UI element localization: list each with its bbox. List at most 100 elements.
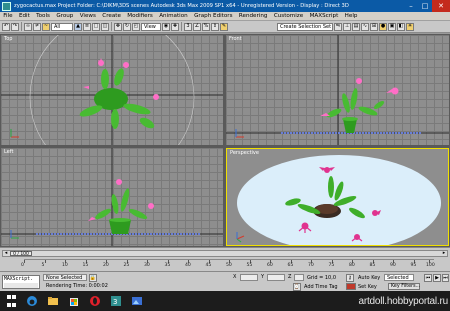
prompt-line: Rendering Time: 0:00:02 [46,283,108,289]
rotate-icon[interactable]: ↻ [123,22,131,31]
play-animation-icon[interactable]: ▶ [433,274,441,282]
store-icon[interactable] [67,294,81,308]
x-coordinate-field[interactable] [240,274,258,281]
key-filters-button[interactable]: Key Filters... [388,283,420,290]
perspective-view-scene [236,155,441,245]
selection-status: None Selected [43,274,87,281]
file-explorer-icon[interactable] [46,294,60,308]
toolbar-divider [21,22,22,31]
align-icon[interactable]: ⊥ [343,22,351,31]
percent-snap-icon[interactable]: % [202,22,210,31]
menu-file[interactable]: File [0,13,16,19]
menu-group[interactable]: Group [53,13,76,19]
key-mode-dropdown[interactable]: Selected [384,274,414,281]
set-key-button[interactable]: Set Key [358,284,377,290]
time-slider-area: ◂ 0 / 100 ▸ 0 5 10 15 20 25 30 35 40 45 … [0,247,450,271]
link-icon[interactable]: ∞ [24,22,32,31]
plant-front-view [320,78,399,133]
menu-animation[interactable]: Animation [156,13,191,19]
maxscript-output[interactable] [4,283,38,288]
render-setup-icon[interactable]: ▣ [388,22,396,31]
move-icon[interactable]: ✥ [114,22,122,31]
mirror-icon[interactable]: ⇋ [334,22,342,31]
select-manipulate-icon[interactable]: ✚ [171,22,179,31]
next-frame-icon[interactable]: ▸ [441,251,447,256]
axis-tripod-perspective [236,232,245,243]
layer-manager-icon[interactable]: ▤ [352,22,360,31]
menu-tools[interactable]: Tools [33,13,53,19]
top-view-scene [1,35,223,145]
maximize-button[interactable]: □ [418,0,432,12]
track-bar[interactable]: 0 5 10 15 20 25 30 35 40 45 50 55 60 65 … [21,259,435,269]
toolbar-divider [181,22,182,31]
viewport-perspective[interactable]: Perspective [226,148,449,246]
menu-modifiers[interactable]: Modifiers [124,13,156,19]
reference-coordinate-dropdown[interactable]: View [141,22,161,31]
schematic-view-icon[interactable]: ⊞ [370,22,378,31]
menu-views[interactable]: Views [77,13,100,19]
angle-snap-icon[interactable]: ∠ [193,22,201,31]
pivot-center-icon[interactable]: ◉ [162,22,170,31]
go-to-end-icon[interactable]: ⏭ [442,274,449,282]
y-coordinate-field[interactable] [267,274,285,281]
viewport-top[interactable]: Top [1,35,223,145]
y-coordinate-label: Y [261,274,265,280]
plant-left-view [88,179,154,234]
render-production-icon[interactable]: ☀ [406,22,414,31]
viewport-front[interactable]: Front [226,35,449,145]
lock-selection-icon[interactable]: 🔒 [89,274,97,282]
main-toolbar: ↶ ↷ ∞ ≠ ~ All ▲ ≡ □ ◫ ✥ ↻ ◰ View ◉ ✚ 3 ∠… [0,21,450,33]
z-coordinate-label: Z [288,274,292,280]
edge-browser-icon[interactable] [25,294,39,308]
axis-tripod-top [10,129,19,138]
menu-help[interactable]: Help [341,13,360,19]
unlink-icon[interactable]: ≠ [33,22,41,31]
prev-frame-icon[interactable]: ◂ [3,251,9,256]
grid-size-label: Grid = 10,0 [307,275,336,281]
opera-browser-icon[interactable] [88,294,102,308]
time-slider-thumb[interactable]: 0 / 100 [10,251,32,257]
front-view-scene [226,35,449,145]
redo-icon[interactable]: ↷ [11,22,19,31]
bind-space-warp-icon[interactable]: ~ [42,22,50,31]
app-icon[interactable] [2,1,11,11]
snap-toggle-icon[interactable]: 3 [184,22,192,31]
window-crossing-icon[interactable]: ◫ [101,22,109,31]
maxscript-input[interactable]: MAXScript. [4,277,38,282]
z-coordinate-field[interactable] [294,274,304,281]
selection-filter-dropdown[interactable]: All [51,22,73,31]
menu-bar: File Edit Tools Group Views Create Modif… [0,12,450,21]
edit-named-selection-icon[interactable]: ✎ [220,22,228,31]
undo-icon[interactable]: ↶ [2,22,10,31]
menu-graph-editors[interactable]: Graph Editors [191,13,236,19]
rendered-frame-window-icon[interactable]: ◧ [397,22,405,31]
select-by-name-icon[interactable]: ≡ [83,22,91,31]
status-bar: MAXScript. None Selected 🔒 Rendering Tim… [0,271,450,291]
curve-editor-icon[interactable]: ∿ [361,22,369,31]
windows-start-icon[interactable] [4,294,18,308]
scale-icon[interactable]: ◰ [132,22,140,31]
photos-app-icon[interactable] [130,294,144,308]
minimize-button[interactable]: – [404,0,418,12]
maxscript-listener[interactable]: MAXScript. [2,275,40,289]
select-object-icon[interactable]: ▲ [74,22,82,31]
menu-create[interactable]: Create [99,13,124,19]
go-to-start-icon[interactable]: ⏮ [424,274,432,282]
material-editor-icon[interactable]: ● [379,22,387,31]
add-time-tag-button[interactable]: Add Time Tag [304,284,338,290]
spinner-snap-icon[interactable]: ⇕ [211,22,219,31]
time-slider[interactable]: ◂ 0 / 100 ▸ [2,250,448,257]
viewport-left[interactable]: Left [1,148,223,246]
close-button[interactable]: ✕ [432,0,450,12]
set-key-mode-indicator[interactable] [346,283,356,290]
menu-maxscript[interactable]: MAXScript [306,13,341,19]
menu-customize[interactable]: Customize [271,13,307,19]
menu-edit[interactable]: Edit [16,13,33,19]
time-tag-icon[interactable]: ⌚ [293,283,301,291]
key-icon[interactable]: ⚷ [346,274,354,282]
rectangular-selection-icon[interactable]: □ [92,22,100,31]
auto-key-button[interactable]: Auto Key [358,275,380,281]
3ds-max-app-icon[interactable]: 3 [109,294,123,308]
menu-rendering[interactable]: Rendering [236,13,271,19]
named-selection-set-dropdown[interactable]: Create Selection Set [277,22,333,31]
